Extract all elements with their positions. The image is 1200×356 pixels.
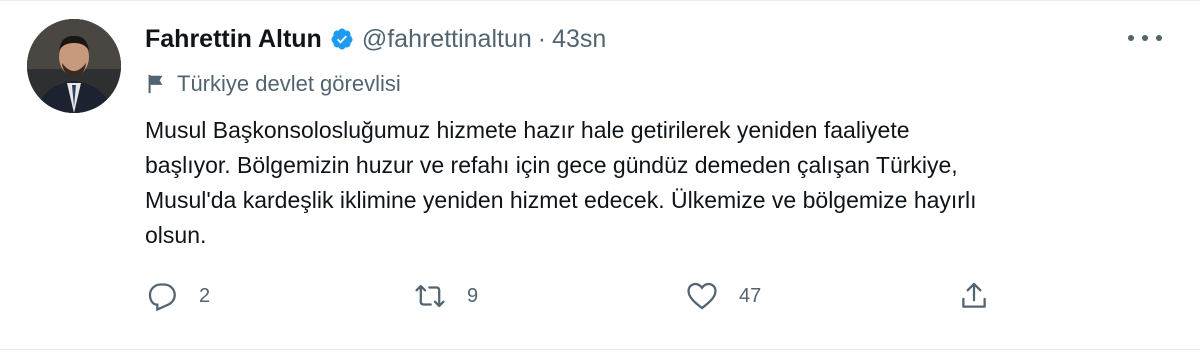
like-count: 47 xyxy=(739,284,762,307)
flag-icon xyxy=(148,74,163,94)
tweet-card[interactable]: Fahrettin Altun @fahrettinaltun · 43sn T… xyxy=(0,0,1200,356)
reply-button[interactable]: 2 xyxy=(145,271,210,321)
share-button[interactable] xyxy=(957,271,991,321)
more-dot-icon xyxy=(1156,35,1162,41)
author-handle[interactable]: @fahrettinaltun xyxy=(362,25,532,54)
like-button[interactable]: 47 xyxy=(685,271,761,321)
reply-count: 2 xyxy=(199,284,211,307)
more-dot-icon xyxy=(1128,35,1134,41)
reply-icon xyxy=(148,283,176,312)
more-dot-icon xyxy=(1142,35,1148,41)
tweet-text-line: Musul Başkonsolosluğumuz hizmete hazır h… xyxy=(145,117,910,143)
avatar[interactable] xyxy=(27,19,121,113)
retweet-button[interactable]: 9 xyxy=(413,271,478,321)
retweet-count: 9 xyxy=(467,284,479,307)
share-icon xyxy=(962,282,986,308)
account-label[interactable]: Türkiye devlet görevlisi xyxy=(145,67,401,101)
display-name[interactable]: Fahrettin Altun xyxy=(145,25,322,54)
retweet-icon xyxy=(415,284,445,308)
verified-badge-icon xyxy=(330,27,354,51)
tweet-text-line: başlıyor. Bölgemizin huzur ve refahı içi… xyxy=(145,152,958,178)
tweet-text-line: Musul'da kardeşlik iklimine yeniden hizm… xyxy=(145,187,977,213)
divider xyxy=(0,349,1200,350)
tweet-header: Fahrettin Altun @fahrettinaltun · 43sn xyxy=(145,21,606,57)
heart-icon xyxy=(687,282,717,310)
tweet-text-line: olsun. xyxy=(145,222,207,248)
tweet-timestamp[interactable]: 43sn xyxy=(552,25,606,54)
action-bar: 2 9 47 xyxy=(145,271,1005,321)
account-label-text: Türkiye devlet görevlisi xyxy=(177,71,401,96)
tweet-text: Musul Başkonsolosluğumuz hizmete hazır h… xyxy=(145,113,1155,253)
separator-dot: · xyxy=(537,24,547,53)
more-options-button[interactable] xyxy=(1128,27,1162,49)
